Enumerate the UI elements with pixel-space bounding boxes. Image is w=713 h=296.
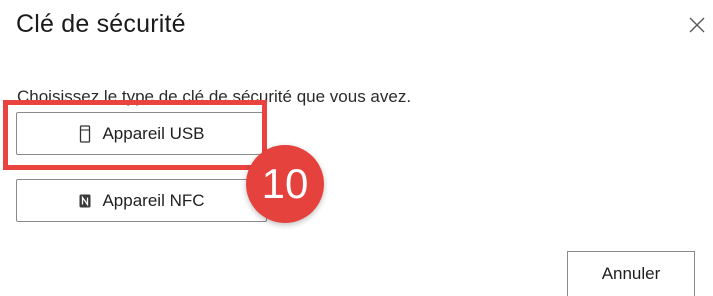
close-icon — [688, 16, 706, 34]
usb-device-button[interactable]: Appareil USB — [16, 112, 267, 155]
security-key-dialog: Clé de sécurité Choisissez le type de cl… — [0, 0, 713, 296]
nfc-device-button[interactable]: Appareil NFC — [16, 179, 267, 222]
usb-device-label: Appareil USB — [102, 123, 205, 143]
step-number: 10 — [261, 160, 309, 207]
instruction-text: Choisissez le type de clé de sécurité qu… — [17, 87, 412, 106]
close-button[interactable] — [688, 16, 706, 34]
step-number-badge: 10 — [246, 145, 324, 223]
dialog-title: Clé de sécurité — [16, 10, 186, 38]
usb-device-icon — [78, 124, 92, 144]
cancel-button[interactable]: Annuler — [567, 251, 695, 296]
nfc-device-label: Appareil NFC — [102, 190, 205, 210]
nfc-icon — [78, 191, 92, 211]
